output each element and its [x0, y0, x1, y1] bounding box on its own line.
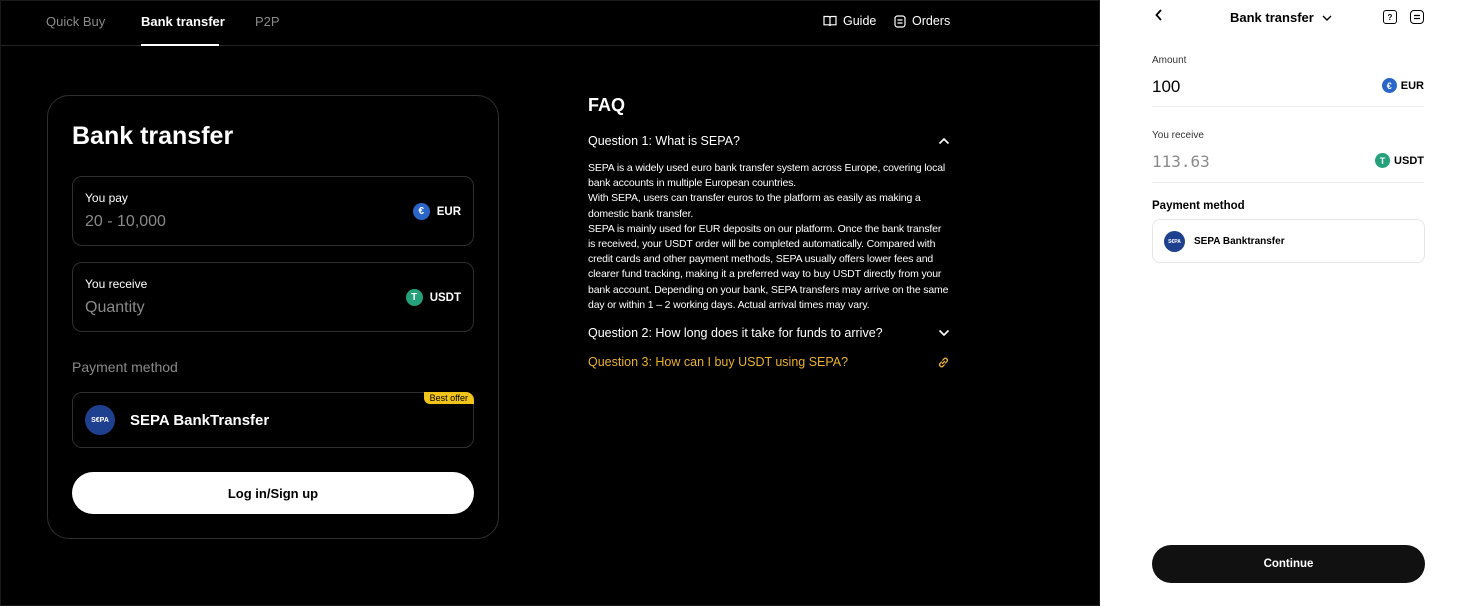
- chevron-down-icon: [1322, 15, 1332, 21]
- mobile-header: Bank transfer ?: [1130, 0, 1450, 36]
- amount-input[interactable]: 100: [1152, 77, 1180, 97]
- you-receive-label: You receive: [85, 277, 148, 291]
- continue-button[interactable]: Continue: [1152, 545, 1425, 583]
- amount-currency-code: EUR: [1400, 79, 1424, 92]
- mobile-payment-method-label: Payment method: [1152, 200, 1245, 212]
- receive-currency-code: USDT: [1394, 154, 1424, 167]
- mobile-panel: Bank transfer ? Amount 100 € EUR You rec…: [1130, 0, 1450, 609]
- tab-bank-transfer[interactable]: Bank transfer: [141, 14, 225, 29]
- receive-currency-selector[interactable]: T USDT: [1375, 153, 1424, 168]
- amount-currency-selector[interactable]: € EUR: [1381, 78, 1424, 93]
- best-offer-badge: Best offer: [423, 392, 474, 404]
- mobile-payment-method-name: SEPA Banktransfer: [1194, 236, 1285, 247]
- guide-book-icon[interactable]: ?: [1383, 10, 1397, 24]
- payment-method-label: Payment method: [72, 359, 178, 375]
- faq-question-2[interactable]: Question 2: How long does it take for fu…: [588, 324, 950, 342]
- receive-currency-code: USDT: [429, 291, 461, 304]
- sepa-logo-icon: S€PA: [1164, 231, 1185, 252]
- pay-currency-selector[interactable]: € EUR: [412, 203, 461, 220]
- login-signup-button[interactable]: Log in/Sign up: [72, 472, 474, 514]
- receive-value: 113.63: [1152, 152, 1210, 171]
- you-receive-field[interactable]: You receive T USDT: [72, 262, 474, 332]
- faq-question-3[interactable]: Question 3: How can I buy USDT using SEP…: [588, 353, 950, 371]
- faq-section: FAQ Question 1: What is SEPA? SEPA is a …: [588, 95, 950, 371]
- bank-transfer-card: Bank transfer You pay € EUR You receive …: [47, 95, 499, 539]
- card-title: Bank transfer: [72, 122, 234, 150]
- faq-answer-1-para-3: SEPA is mainly used for EUR deposits on …: [588, 222, 949, 311]
- payment-method-option[interactable]: Best offer S€PA SEPA BankTransfer: [72, 392, 474, 448]
- amount-label: Amount: [1152, 55, 1187, 66]
- you-receive-input[interactable]: [85, 299, 345, 317]
- faq-question-2-text: Question 2: How long does it take for fu…: [588, 326, 883, 341]
- tether-coin-icon: T: [1375, 153, 1391, 168]
- tab-quick-buy[interactable]: Quick Buy: [46, 14, 105, 29]
- desktop-panel: Quick Buy Bank transfer P2P Guide Orders…: [0, 0, 1100, 606]
- chevron-up-icon[interactable]: [938, 137, 950, 145]
- back-arrow-icon[interactable]: [1154, 8, 1164, 27]
- euro-coin-icon: €: [412, 203, 430, 220]
- faq-title: FAQ: [588, 95, 626, 115]
- chevron-down-icon[interactable]: [938, 329, 950, 337]
- euro-coin-icon: €: [1381, 78, 1397, 93]
- divider: [1152, 106, 1424, 107]
- pay-currency-code: EUR: [436, 205, 461, 218]
- mobile-title: Bank transfer: [1230, 10, 1314, 25]
- orders-icon: [894, 14, 906, 28]
- orders-label: Orders: [912, 14, 951, 28]
- faq-answer-1-para-1: SEPA is a widely used euro bank transfer…: [588, 162, 946, 190]
- link-icon[interactable]: [937, 356, 950, 369]
- tab-p2p[interactable]: P2P: [255, 14, 280, 29]
- you-pay-field[interactable]: You pay € EUR: [72, 176, 474, 246]
- mobile-title-selector[interactable]: Bank transfer: [1230, 10, 1332, 25]
- sepa-logo-icon: S€PA: [85, 405, 115, 435]
- tether-coin-icon: T: [405, 289, 423, 306]
- top-nav: Quick Buy Bank transfer P2P Guide Orders: [1, 1, 1099, 46]
- receive-currency-selector[interactable]: T USDT: [405, 289, 461, 306]
- you-pay-label: You pay: [85, 191, 128, 205]
- faq-question-1[interactable]: Question 1: What is SEPA?: [588, 132, 950, 150]
- divider: [1152, 182, 1424, 183]
- book-icon: [823, 15, 837, 27]
- payment-method-name: SEPA BankTransfer: [130, 412, 270, 429]
- orders-icon[interactable]: [1410, 10, 1424, 24]
- faq-question-3-text: Question 3: How can I buy USDT using SEP…: [588, 355, 849, 370]
- guide-label: Guide: [843, 14, 877, 28]
- guide-link[interactable]: Guide: [823, 14, 876, 28]
- you-pay-input[interactable]: [85, 213, 345, 231]
- orders-link[interactable]: Orders: [894, 14, 950, 28]
- receive-label: You receive: [1152, 130, 1204, 141]
- mobile-payment-method-option[interactable]: S€PA SEPA Banktransfer: [1152, 219, 1425, 263]
- faq-answer-1: SEPA is a widely used euro bank transfer…: [588, 161, 950, 313]
- faq-question-1-text: Question 1: What is SEPA?: [588, 134, 740, 148]
- active-tab-underline: [141, 44, 219, 46]
- faq-answer-1-para-2: With SEPA, users can transfer euros to t…: [588, 192, 921, 220]
